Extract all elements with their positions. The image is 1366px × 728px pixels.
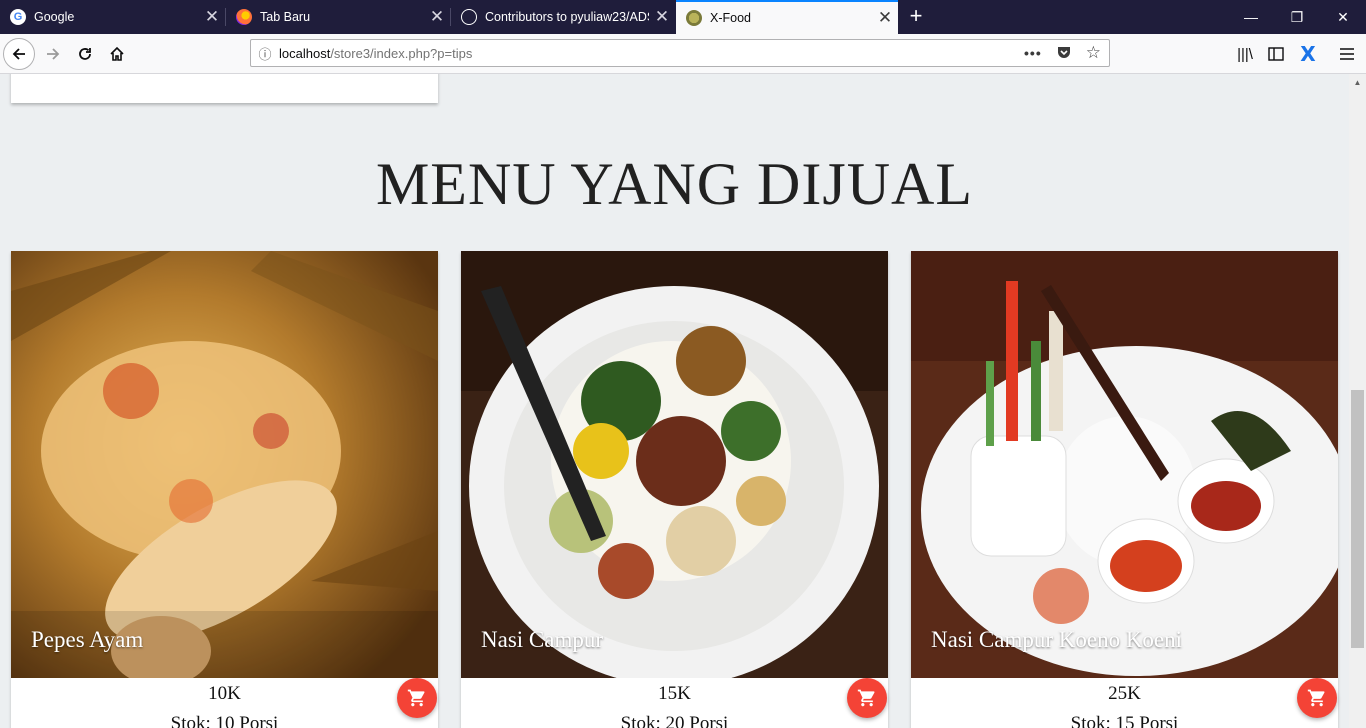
- tab-google[interactable]: G Google ✕: [0, 0, 225, 34]
- close-window-button[interactable]: ✕: [1320, 0, 1366, 34]
- url-text[interactable]: localhost/store3/index.php?p=tips: [279, 46, 1024, 61]
- menu-item-stock: Stok: 10 Porsi: [170, 713, 279, 728]
- new-tab-button[interactable]: +: [903, 3, 929, 29]
- reload-button[interactable]: [69, 38, 101, 70]
- close-icon[interactable]: ✕: [199, 7, 225, 27]
- sidebar-icon[interactable]: [1260, 38, 1292, 70]
- menu-item-price: 10K: [208, 683, 241, 704]
- menu-hamburger-icon[interactable]: [1331, 38, 1363, 70]
- tab-title: X-Food: [710, 11, 751, 25]
- home-icon: [110, 46, 124, 61]
- menu-card[interactable]: Nasi Campur Koeno Koeni 25K Stok: 15 Por…: [911, 251, 1338, 728]
- pocket-icon[interactable]: [1056, 44, 1072, 63]
- firefox-icon: [236, 9, 252, 25]
- url-path: /store3/index.php?p=tips: [330, 45, 473, 61]
- food-photo-nasi-campur-koeno-koeni: [911, 251, 1338, 678]
- tab-title: Contributors to pyuliaw23/ADS: [485, 10, 649, 24]
- back-button[interactable]: [3, 38, 35, 70]
- forward-arrow-icon: [47, 48, 60, 60]
- close-icon[interactable]: ✕: [649, 7, 675, 27]
- menu-item-price: 15K: [658, 683, 691, 704]
- minimize-button[interactable]: —: [1228, 0, 1274, 34]
- google-icon: G: [10, 9, 26, 25]
- menu-item-stock: Stok: 20 Porsi: [620, 713, 729, 728]
- reload-icon: [79, 48, 91, 60]
- section-heading: MENU YANG DIJUAL: [375, 151, 974, 217]
- add-to-cart-button[interactable]: [847, 678, 887, 718]
- menu-item-name: Nasi Campur: [481, 627, 604, 652]
- extension-x-icon[interactable]: X: [1292, 38, 1324, 70]
- food-photo-nasi-campur: [461, 251, 888, 678]
- url-host: localhost: [279, 45, 331, 61]
- menu-card[interactable]: Pepes Ayam 10K Stok: 10 Porsi: [11, 251, 438, 728]
- tab-contributors[interactable]: Contributors to pyuliaw23/ADS ✕: [451, 0, 675, 34]
- scroll-up-arrow-icon[interactable]: ▲: [1349, 74, 1366, 91]
- home-button[interactable]: [101, 38, 133, 70]
- tab-tab-baru[interactable]: Tab Baru ✕: [226, 0, 450, 34]
- page-content: MENU YANG DIJUAL Pepes Ayam 10K Stok: 10…: [0, 74, 1349, 728]
- tab-x-food[interactable]: X-Food ✕: [676, 0, 898, 34]
- navigation-toolbar: ⓘ localhost/store3/index.php?p=tips ••• …: [0, 34, 1366, 74]
- close-icon[interactable]: ✕: [424, 7, 450, 27]
- tab-title: Tab Baru: [260, 10, 311, 24]
- menu-item-stock: Stok: 15 Porsi: [1070, 713, 1179, 728]
- xfood-icon: [686, 10, 702, 26]
- github-icon: [461, 9, 477, 25]
- tab-strip: G Google ✕ Tab Baru ✕ Contributors to py…: [0, 0, 1366, 34]
- shopping-cart-icon: [857, 689, 875, 707]
- page-scrollbar[interactable]: ▲: [1349, 74, 1366, 728]
- add-to-cart-button[interactable]: [397, 678, 437, 718]
- page-actions-icon[interactable]: •••: [1024, 45, 1042, 61]
- close-icon[interactable]: ✕: [872, 8, 898, 28]
- forward-button[interactable]: [37, 38, 69, 70]
- library-icon[interactable]: |||\: [1229, 38, 1261, 70]
- scrollbar-thumb[interactable]: [1351, 390, 1364, 648]
- bookmark-star-icon[interactable]: ☆: [1086, 43, 1101, 63]
- info-icon[interactable]: ⓘ: [251, 44, 279, 63]
- back-arrow-icon: [12, 48, 25, 60]
- previous-section-card: [11, 74, 438, 103]
- menu-item-price: 25K: [1108, 683, 1141, 704]
- address-bar[interactable]: ⓘ localhost/store3/index.php?p=tips ••• …: [250, 39, 1110, 67]
- food-photo-pepes-ayam: [11, 251, 438, 678]
- shopping-cart-icon: [407, 689, 425, 707]
- shopping-cart-icon: [1307, 689, 1325, 707]
- menu-item-name: Pepes Ayam: [31, 627, 144, 652]
- add-to-cart-button[interactable]: [1297, 678, 1337, 718]
- menu-item-name: Nasi Campur Koeno Koeni: [931, 627, 1183, 652]
- menu-card[interactable]: Nasi Campur 15K Stok: 20 Porsi: [461, 251, 888, 728]
- tab-title: Google: [34, 10, 75, 24]
- restore-button[interactable]: ❐: [1274, 0, 1320, 34]
